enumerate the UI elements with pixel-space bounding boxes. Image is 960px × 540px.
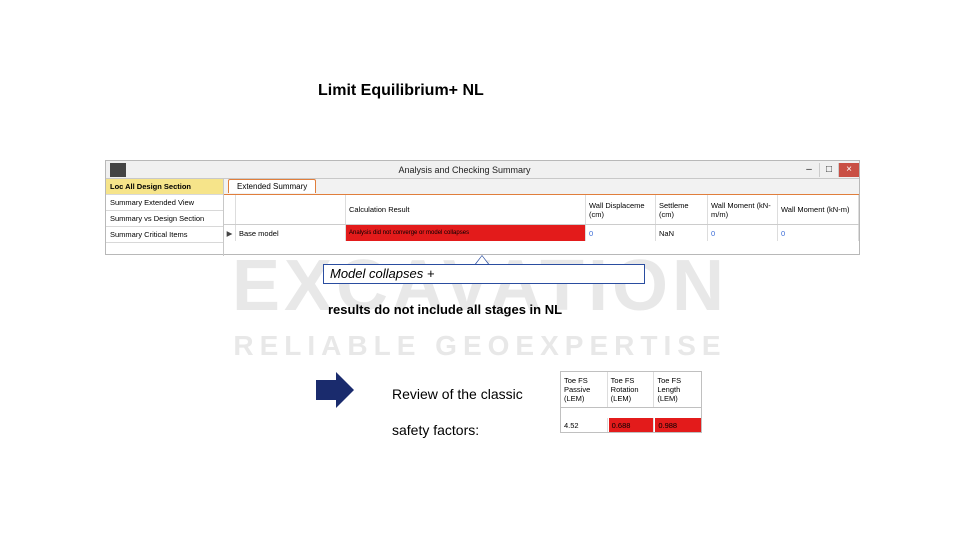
mini-cell-passive: 4.52 (561, 418, 608, 432)
left-panel-item[interactable]: Summary vs Design Section (106, 211, 223, 227)
col-marker (224, 195, 236, 224)
mini-col-rotation: Toe FS Rotation (LEM) (608, 372, 655, 407)
minimize-button[interactable]: – (799, 163, 819, 177)
app-icon (110, 163, 126, 177)
tab-extended-summary[interactable]: Extended Summary (228, 179, 316, 193)
cell-settle: NaN (656, 225, 708, 241)
window-titlebar: Analysis and Checking Summary – □ × (106, 161, 859, 179)
callout-sub: results do not include all stages in NL (328, 302, 562, 317)
slide-title: Limit Equilibrium+ NL (318, 82, 484, 100)
results-grid: Calculation Result Wall Displaceme (cm) … (224, 195, 859, 256)
col-wall-disp: Wall Displaceme (cm) (586, 195, 656, 224)
mini-col-passive: Toe FS Passive (LEM) (561, 372, 608, 407)
callout-main: Model collapses + (323, 264, 645, 284)
left-panel-item[interactable]: Loc All Design Section (106, 179, 223, 195)
cell-result: Analysis did not converge or model colla… (346, 225, 586, 241)
col-moment-1: Wall Moment (kN-m/m) (708, 195, 778, 224)
left-panel: Loc All Design Section Summary Extended … (106, 179, 224, 256)
col-settle: Settleme (cm) (656, 195, 708, 224)
callout-arrow-icon (476, 256, 488, 264)
cell-mom1: 0 (708, 225, 778, 241)
review-line-1: Review of the classic (392, 386, 523, 402)
safety-factor-table: Toe FS Passive (LEM) Toe FS Rotation (LE… (560, 371, 702, 433)
window-controls: – □ × (799, 163, 859, 177)
table-row[interactable]: ▶ Base model Analysis did not converge o… (224, 225, 859, 241)
row-marker-icon: ▶ (224, 225, 236, 241)
right-panel: Extended Summary Calculation Result Wall… (224, 179, 859, 256)
left-panel-item[interactable]: Summary Critical Items (106, 227, 223, 243)
mini-cell-rotation: 0.688 (608, 418, 655, 432)
col-result: Calculation Result (346, 195, 586, 224)
window-title: Analysis and Checking Summary (130, 165, 799, 175)
mini-col-length: Toe FS Length (LEM) (654, 372, 701, 407)
summary-window: Analysis and Checking Summary – □ × Loc … (105, 160, 860, 255)
watermark-bottom: RELIABLE GEOEXPERTISE (232, 330, 728, 362)
mini-cell-length: 0.988 (654, 418, 701, 432)
close-button[interactable]: × (839, 163, 859, 177)
cell-mom2: 0 (778, 225, 859, 241)
review-line-2: safety factors: (392, 422, 479, 438)
cell-disp: 0 (586, 225, 656, 241)
cell-model: Base model (236, 225, 346, 241)
maximize-button[interactable]: □ (819, 163, 839, 177)
mini-row: 4.52 0.688 0.988 (561, 418, 701, 432)
col-moment-2: Wall Moment (kN-m) (778, 195, 859, 224)
col-model (236, 195, 346, 224)
left-panel-item[interactable]: Summary Extended View (106, 195, 223, 211)
tab-strip: Extended Summary (224, 179, 859, 195)
